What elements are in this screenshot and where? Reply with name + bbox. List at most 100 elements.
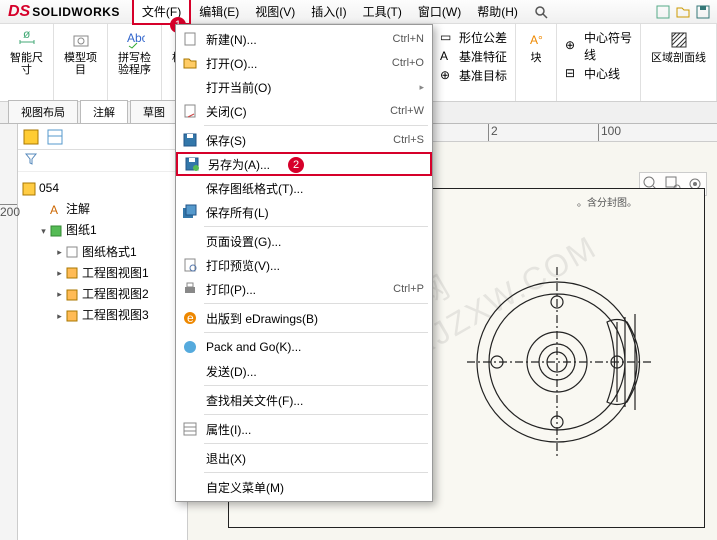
menu-separator — [204, 443, 428, 444]
tab-view-layout[interactable]: 视图布局 — [8, 100, 78, 123]
centerline-icon: ⊟ — [565, 66, 581, 82]
menu-item-customize[interactable]: 自定义菜单(M) — [176, 475, 432, 499]
annotations-icon: A — [49, 203, 63, 217]
menubar: DS SOLIDWORKS 文件(F) 1 编辑(E) 视图(V) 插入(I) … — [0, 0, 717, 24]
menu-tools[interactable]: 工具(T) — [355, 0, 410, 23]
app-logo: DS SOLIDWORKS — [4, 3, 124, 21]
menu-item-open[interactable]: 打开(O)...Ctrl+O — [176, 51, 432, 75]
hatch-icon — [669, 30, 689, 50]
drawing-view-icon — [65, 266, 79, 280]
close-doc-icon — [180, 101, 200, 121]
tree-annotations[interactable]: A注解 — [38, 199, 183, 220]
feature-manager-panel: 054 A注解 ▾图纸1 ▸图纸格式1 ▸工程图视图1 ▸工程图视图2 ▸工程图… — [18, 124, 188, 540]
vertical-ruler: 200 — [0, 124, 18, 540]
menu-item-print[interactable]: 打印(P)...Ctrl+P — [176, 277, 432, 301]
menu-separator — [204, 226, 428, 227]
open-folder-icon — [180, 53, 200, 73]
drawing-doc-icon — [22, 182, 36, 196]
ribbon-smart-dimension[interactable]: ø 智能尺 寸 — [6, 28, 47, 78]
save-all-icon — [180, 202, 200, 222]
menu-item-open-current[interactable]: 打开当前(O)▸ — [176, 75, 432, 99]
model-items-icon — [71, 30, 91, 50]
svg-text:A: A — [50, 203, 58, 217]
spell-check-icon: Abc — [125, 30, 145, 50]
ribbon-spell-check[interactable]: Abc 拼写检 验程序 — [114, 28, 155, 78]
tree-view2[interactable]: ▸工程图视图2 — [54, 284, 183, 305]
ribbon-geotol[interactable]: ▭形位公差 — [438, 28, 509, 47]
menu-item-find-references[interactable]: 查找相关文件(F)... — [176, 388, 432, 412]
property-manager-tab-icon[interactable] — [46, 128, 64, 146]
ribbon-centerline[interactable]: ⊟中心线 — [563, 64, 622, 83]
save-icon — [180, 130, 200, 150]
tree-view3[interactable]: ▸工程图视图3 — [54, 305, 183, 326]
ruler-tick: 100 — [598, 124, 621, 141]
tree-sheet[interactable]: ▾图纸1 — [38, 220, 183, 241]
tree-filter-row — [18, 150, 187, 172]
ribbon-center-mark[interactable]: ⊕中心符号 线 — [563, 28, 634, 64]
menu-window[interactable]: 窗口(W) — [410, 0, 469, 23]
menu-item-properties[interactable]: 属性(I)... — [176, 417, 432, 441]
svg-text:e: e — [187, 311, 194, 325]
menu-item-print-preview[interactable]: 打印预览(V)... — [176, 253, 432, 277]
properties-icon — [180, 419, 200, 439]
menu-item-save-as[interactable]: 另存为(A)...2 — [176, 152, 432, 176]
ribbon-datum[interactable]: A基准特征 — [438, 47, 509, 66]
menu-item-pack-and-go[interactable]: Pack and Go(K)... — [176, 335, 432, 359]
menu-item-publish-edrawings[interactable]: e出版到 eDrawings(B) — [176, 306, 432, 330]
tree-view1[interactable]: ▸工程图视图1 — [54, 263, 183, 284]
menu-separator — [204, 472, 428, 473]
menu-item-save[interactable]: 保存(S)Ctrl+S — [176, 128, 432, 152]
tab-sketch[interactable]: 草图 — [130, 100, 178, 123]
svg-text:Abc: Abc — [127, 31, 145, 45]
print-preview-icon — [180, 255, 200, 275]
feature-tree: 054 A注解 ▾图纸1 ▸图纸格式1 ▸工程图视图1 ▸工程图视图2 ▸工程图… — [18, 172, 187, 332]
tree-sheet-format[interactable]: ▸图纸格式1 — [54, 242, 183, 263]
menu-item-save-all[interactable]: 保存所有(L) — [176, 200, 432, 224]
menu-view[interactable]: 视图(V) — [247, 0, 303, 23]
center-mark-icon: ⊕ — [565, 38, 581, 54]
ribbon-model-items[interactable]: 模型项 目 — [60, 28, 101, 78]
menu-insert[interactable]: 插入(I) — [303, 0, 354, 23]
drawing-view-icon — [65, 309, 79, 323]
qat-save-icon[interactable] — [695, 4, 711, 20]
menu-edit[interactable]: 编辑(E) — [191, 0, 247, 23]
print-icon — [180, 279, 200, 299]
menu-separator — [204, 332, 428, 333]
callout-2: 2 — [288, 157, 304, 173]
datum-icon: A — [440, 49, 456, 65]
menu-separator — [204, 385, 428, 386]
geotol-icon: ▭ — [440, 30, 456, 46]
sheet-icon — [49, 224, 63, 238]
svg-text:ø: ø — [23, 30, 31, 41]
menu-separator — [204, 414, 428, 415]
menu-separator — [204, 125, 428, 126]
menu-item-save-sheet-format[interactable]: 保存图纸格式(T)... — [176, 176, 432, 200]
menu-item-page-setup[interactable]: 页面设置(G)... — [176, 229, 432, 253]
dimension-icon: ø — [17, 30, 37, 50]
svg-text:A°: A° — [530, 33, 543, 47]
ribbon-area-hatch[interactable]: 区域剖面线 — [647, 28, 710, 66]
menu-item-close[interactable]: 关闭(C)Ctrl+W — [176, 99, 432, 123]
menu-item-new[interactable]: 新建(N)...Ctrl+N — [176, 27, 432, 51]
ruler-tick: 2 — [488, 124, 498, 141]
sheet-title-text: 。含分封图。 — [577, 194, 637, 209]
edrawings-icon: e — [180, 308, 200, 328]
qat-new-icon[interactable] — [655, 4, 671, 20]
tree-root[interactable]: 054 — [22, 178, 183, 199]
menu-item-exit[interactable]: 退出(X) — [176, 446, 432, 470]
qat-open-icon[interactable] — [675, 4, 691, 20]
ribbon-datum-target[interactable]: ⊕基准目标 — [438, 66, 509, 85]
ribbon-block[interactable]: A° 块 — [522, 28, 550, 66]
tab-annotate[interactable]: 注解 — [80, 100, 128, 123]
ruler-tick: 200 — [0, 204, 17, 219]
save-as-icon — [182, 154, 202, 174]
file-menu-dropdown: 新建(N)...Ctrl+N 打开(O)...Ctrl+O 打开当前(O)▸ 关… — [175, 24, 433, 502]
new-doc-icon — [180, 29, 200, 49]
pack-icon — [180, 337, 200, 357]
menu-help[interactable]: 帮助(H) — [469, 0, 526, 23]
menu-item-send[interactable]: 发送(D)... — [176, 359, 432, 383]
menu-search-icon[interactable] — [526, 2, 556, 22]
datum-target-icon: ⊕ — [440, 68, 456, 84]
feature-tree-tab-icon[interactable] — [22, 128, 40, 146]
filter-icon[interactable] — [24, 152, 181, 166]
